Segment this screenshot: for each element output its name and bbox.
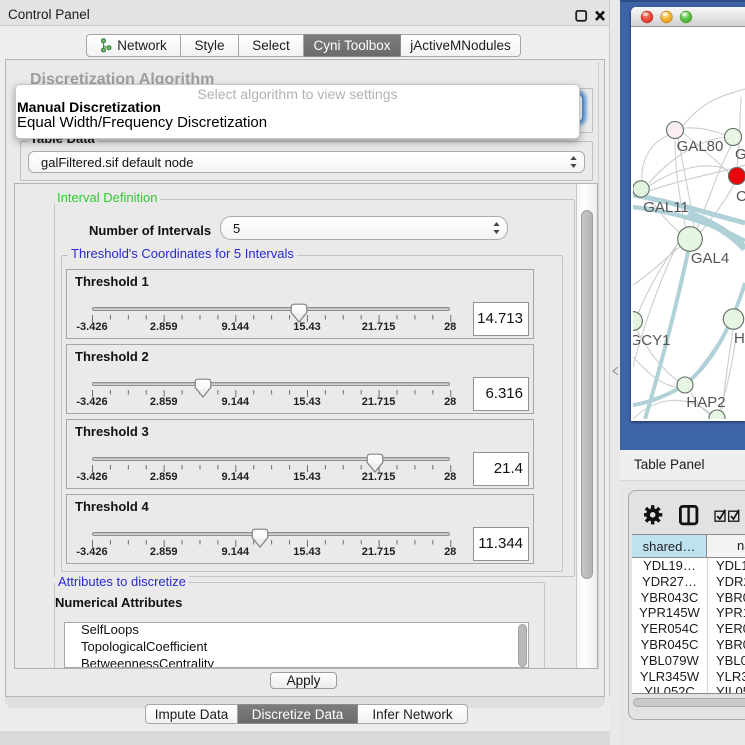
svg-text:GAL80: GAL80 <box>677 138 724 155</box>
svg-text:GAL4: GAL4 <box>691 250 729 267</box>
svg-text:C: C <box>736 188 745 205</box>
svg-text:HAP2: HAP2 <box>686 394 725 411</box>
svg-text:GCY1: GCY1 <box>633 332 670 349</box>
svg-text:GAL: GAL <box>735 146 745 163</box>
svg-text:GAL11: GAL11 <box>643 199 689 216</box>
svg-text:HIS: HIS <box>734 330 745 347</box>
